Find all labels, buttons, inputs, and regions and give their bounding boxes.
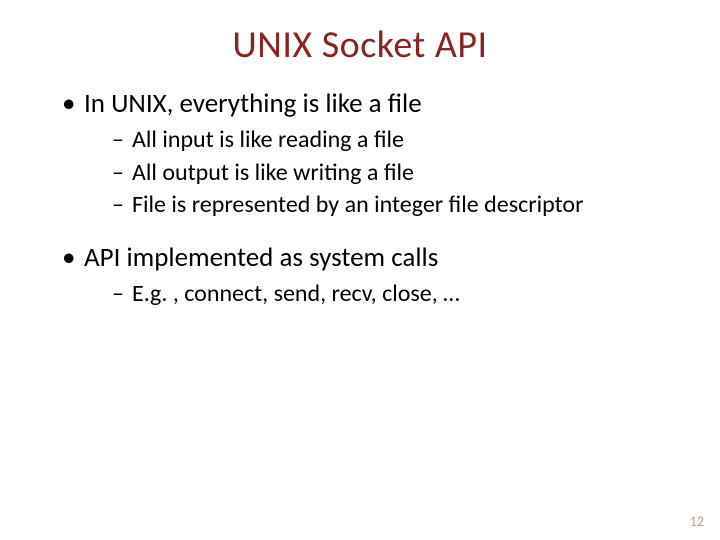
bullet-list: In UNIX, everything is like a file All i… bbox=[62, 86, 670, 310]
bullet-text: API implemented as system calls bbox=[84, 241, 438, 274]
sub-bullet-item: File is represented by an integer file d… bbox=[112, 189, 670, 221]
sub-bullet-text: File is represented by an integer file d… bbox=[132, 190, 583, 219]
sub-bullet-list: All input is like reading a file All out… bbox=[84, 124, 670, 221]
sub-bullet-text: E.g. , connect, send, recv, close, … bbox=[132, 279, 460, 308]
sub-bullet-item: E.g. , connect, send, recv, close, … bbox=[112, 278, 670, 310]
sub-bullet-list: E.g. , connect, send, recv, close, … bbox=[84, 278, 670, 310]
sub-bullet-text: All input is like reading a file bbox=[132, 125, 404, 154]
slide-body: In UNIX, everything is like a file All i… bbox=[0, 68, 720, 310]
slide-title: UNIX Socket API bbox=[0, 0, 720, 68]
sub-bullet-item: All input is like reading a file bbox=[112, 124, 670, 156]
bullet-item: In UNIX, everything is like a file All i… bbox=[62, 86, 670, 222]
sub-bullet-text: All output is like writing a file bbox=[132, 158, 414, 187]
page-number: 12 bbox=[690, 513, 704, 530]
sub-bullet-item: All output is like writing a file bbox=[112, 157, 670, 189]
bullet-item: API implemented as system calls E.g. , c… bbox=[62, 240, 670, 311]
bullet-text: In UNIX, everything is like a file bbox=[84, 87, 422, 120]
slide: UNIX Socket API In UNIX, everything is l… bbox=[0, 0, 720, 540]
